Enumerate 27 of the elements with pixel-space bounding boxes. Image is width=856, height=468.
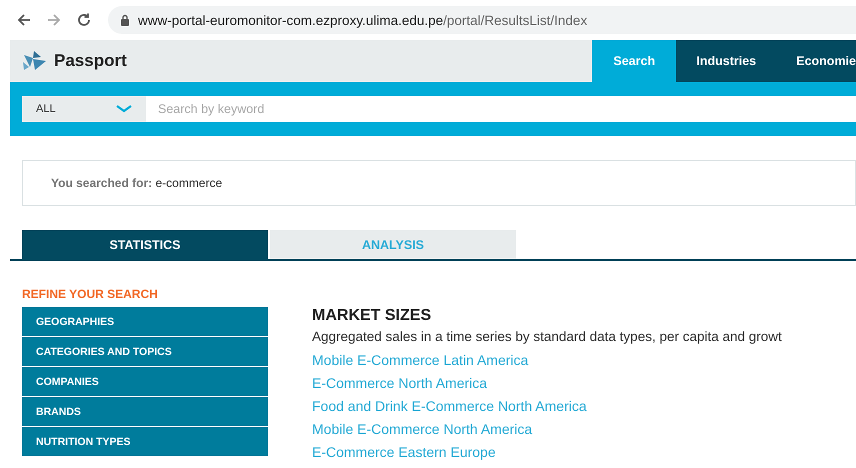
result-link[interactable]: Mobile E-Commerce North America: [312, 418, 532, 441]
filter-item[interactable]: BRANDS: [22, 397, 268, 426]
nav-tab[interactable]: Search: [592, 40, 676, 82]
filter-item[interactable]: CATEGORIES AND TOPICS: [22, 337, 268, 366]
chevron-icon: [116, 105, 132, 113]
result-link[interactable]: E-Commerce Eastern Europe: [312, 441, 496, 464]
filter-item[interactable]: GEOGRAPHIES: [22, 307, 268, 336]
address-bar[interactable]: www-portal-euromonitor-com.ezproxy.ulima.edu.pe/portal/ResultsList/Index: [108, 6, 856, 34]
result-link[interactable]: E-Commerce North America: [312, 372, 488, 395]
filter-item[interactable]: COMPANIES: [22, 367, 268, 396]
back-icon[interactable]: [16, 12, 32, 28]
section-title: MARKET SIZES: [312, 307, 432, 325]
search-field[interactable]: Search by keyword: [146, 96, 856, 122]
tab[interactable]: STATISTICS: [22, 230, 268, 259]
refine-title: REFINE YOUR SEARCH: [22, 287, 159, 301]
filter-item[interactable]: NUTRITION TYPES: [22, 427, 268, 456]
section-description: Aggregated sales in a time series by standard data types, per capita and growt: [312, 329, 782, 344]
nav-tab[interactable]: Economie: [776, 40, 856, 82]
scope-dropdown[interactable]: ALL: [22, 96, 146, 122]
result-link[interactable]: Mobile E-Commerce Latin America: [312, 349, 528, 372]
nav-tab[interactable]: Industries: [676, 40, 776, 82]
lock-icon: [120, 14, 130, 26]
result-link[interactable]: Food and Drink E-Commerce North America: [312, 395, 587, 418]
query-text: You searched for: e-commerce: [51, 176, 222, 190]
logo-text: Passport: [54, 51, 127, 71]
logo-icon: [22, 49, 48, 73]
reload-icon[interactable]: [76, 12, 92, 28]
